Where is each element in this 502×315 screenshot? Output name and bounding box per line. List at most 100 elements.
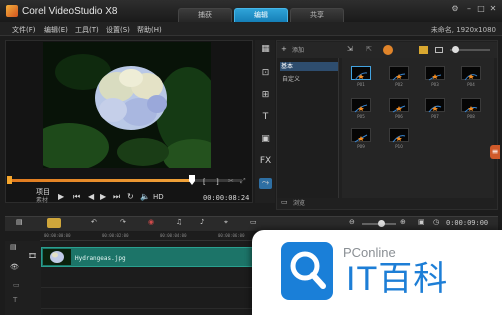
repeat-icon[interactable]: ↻ (127, 192, 134, 201)
menu-settings[interactable]: 设置(S) (106, 25, 130, 35)
menu-help[interactable]: 帮助(H) (137, 25, 162, 35)
overlay-track-icon[interactable]: ▭ (13, 282, 20, 289)
next-frame-icon[interactable]: ▶ (100, 192, 106, 201)
clip-thumbnail-image (43, 249, 71, 265)
add-label[interactable]: 添加 (292, 48, 304, 54)
ruler-tick-label: 00:00:06:00 (218, 233, 245, 238)
undo-icon[interactable]: ↶ (91, 219, 97, 226)
project-mode-label[interactable]: 项目 (36, 189, 50, 196)
storyboard-view-icon[interactable]: ▤ (16, 219, 23, 226)
path-thumbnail[interactable] (351, 98, 371, 113)
audio-mixer-icon[interactable]: ♫ (176, 219, 182, 226)
path-thumbnail[interactable] (351, 128, 371, 143)
split-clip-icon[interactable]: ✂ (228, 178, 234, 185)
list-view-icon[interactable] (435, 47, 443, 53)
ruler-tick-label: 00:00:02:00 (102, 233, 129, 238)
video-track-icon[interactable]: 🎞 (28, 253, 37, 260)
minimize-icon[interactable]: – (464, 4, 474, 13)
export-icon[interactable]: ⇱ (366, 46, 372, 53)
menu-tools[interactable]: 工具(T) (75, 25, 99, 35)
path-thumbnail-label: P02 (395, 82, 403, 87)
timecode-display[interactable]: 00:00:08:24 (203, 195, 249, 202)
watermark-brand: IT百科 (346, 260, 449, 298)
track-manager-icon[interactable]: ▤ (10, 244, 17, 251)
category-basic[interactable]: 基本 (280, 62, 338, 71)
view-toggle-icon[interactable] (419, 46, 428, 54)
zoom-handle[interactable] (378, 220, 385, 227)
path-thumbnail-label: P01 (357, 82, 365, 87)
ruler-tick-label: 00:00:00:00 (44, 233, 71, 238)
thumb-size-handle[interactable] (452, 46, 459, 53)
path-thumbnail[interactable] (425, 98, 445, 113)
close-icon[interactable]: ✕ (488, 4, 498, 13)
path-thumbnail-label: P06 (395, 114, 403, 119)
menu-file[interactable]: 文件(F) (12, 25, 36, 35)
title-icon[interactable]: T (259, 112, 272, 123)
project-duration: 0:00:09:00 (446, 219, 489, 227)
record-icon[interactable]: ◉ (148, 219, 154, 226)
redo-icon[interactable]: ↷ (120, 219, 126, 226)
media-icon[interactable]: ▦ (259, 44, 272, 55)
browse-label[interactable]: 浏览 (293, 201, 305, 207)
previous-frame-icon[interactable]: ◀ (88, 192, 94, 201)
project-name: 未命名, 1920x1080 (430, 26, 496, 34)
auto-music-icon[interactable]: ♪ (200, 219, 204, 226)
enlarge-icon[interactable]: ⤢ (240, 178, 246, 185)
category-custom[interactable]: 自定义 (282, 74, 300, 83)
path-thumbnail[interactable] (389, 66, 409, 81)
path-thumbnail[interactable] (461, 66, 481, 81)
end-icon[interactable]: ⏭ (113, 192, 120, 202)
mark-in-button[interactable]: [ (203, 179, 206, 186)
subtitle-editor-icon[interactable]: ▭ (250, 219, 257, 226)
import-icon[interactable]: ⇲ (347, 46, 353, 53)
path-thumbnail-label: P10 (395, 144, 403, 149)
timeline-view-icon[interactable] (47, 218, 61, 228)
path-thumbnail-label: P09 (357, 144, 365, 149)
home-icon[interactable]: ⏮ (73, 192, 80, 202)
motion-tracking-icon[interactable]: ⌖ (224, 219, 228, 226)
track-visible-icon[interactable]: 👁 (10, 264, 19, 271)
settings-icon[interactable]: ⚙ (450, 4, 460, 13)
tab-edit[interactable]: 编辑 (234, 8, 288, 22)
instant-project-icon[interactable]: ⊡ (259, 68, 272, 79)
filter-icon[interactable]: FX (259, 156, 272, 167)
clip-thumbnail (43, 249, 71, 265)
path-thumbnail-label: P04 (467, 82, 475, 87)
path-icon[interactable]: ⤳ (259, 178, 272, 189)
scrub-bar[interactable] (8, 179, 242, 182)
preview-viewer[interactable] (43, 42, 211, 168)
path-thumbnail-label: P07 (431, 114, 439, 119)
path-thumbnail[interactable] (389, 128, 409, 143)
clip-name: Hydrangeas.jpg (75, 255, 126, 262)
menu-edit[interactable]: 编辑(E) (44, 25, 68, 35)
help-tab-icon[interactable]: ≡ (490, 145, 500, 159)
maximize-icon[interactable]: □ (476, 4, 486, 13)
path-thumbnail[interactable] (351, 66, 371, 81)
search-magnifier-icon (290, 251, 326, 289)
fit-project-icon[interactable]: ▣ (418, 219, 425, 226)
tab-capture[interactable]: 捕获 (178, 8, 232, 22)
path-thumbnail[interactable] (461, 98, 481, 113)
volume-icon[interactable]: 🔈 (140, 192, 150, 201)
transition-icon[interactable]: ⊞ (259, 90, 272, 101)
path-thumbnail-label: P03 (431, 82, 439, 87)
zoom-out-icon[interactable]: ⊖ (349, 219, 355, 226)
path-thumbnail[interactable] (425, 66, 445, 81)
zoom-in-icon[interactable]: ⊕ (400, 219, 406, 226)
graphic-icon[interactable]: ▣ (259, 134, 272, 145)
hd-toggle[interactable]: HD (153, 194, 164, 201)
path-thumbnail[interactable] (389, 98, 409, 113)
add-icon[interactable]: + (281, 46, 287, 53)
trim-start-handle[interactable] (7, 176, 12, 184)
browse-icon[interactable]: ▭ (281, 199, 288, 206)
watermark-site: PConline (343, 245, 396, 260)
title-track-icon[interactable]: T (13, 297, 17, 304)
filter-icon[interactable] (383, 45, 393, 55)
app-logo-icon (6, 5, 18, 17)
hydrangea-image (43, 42, 211, 168)
clock-icon[interactable]: ◷ (433, 219, 439, 226)
clip-mode-label[interactable]: 素材 (36, 198, 48, 204)
tab-share[interactable]: 共享 (290, 8, 344, 22)
mark-out-button[interactable]: ] (216, 179, 219, 186)
play-icon[interactable]: ▶ (58, 192, 64, 201)
